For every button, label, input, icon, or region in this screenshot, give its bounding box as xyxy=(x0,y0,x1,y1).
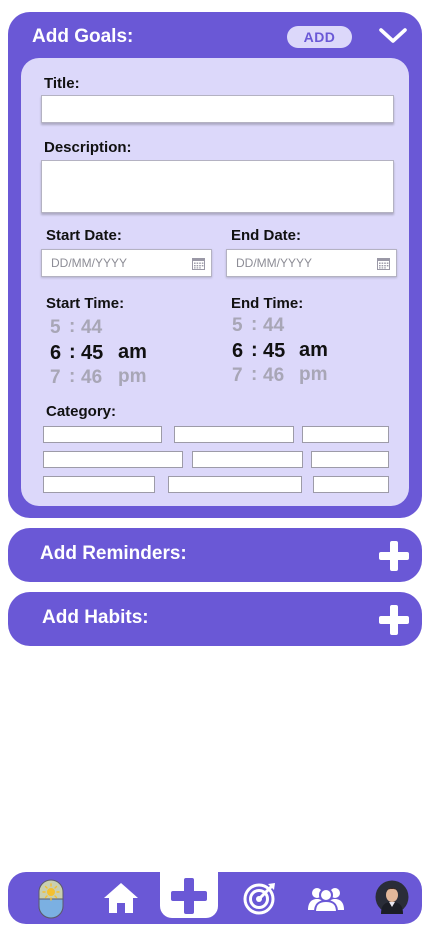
home-icon[interactable] xyxy=(103,882,139,914)
add-reminders-panel[interactable]: Add Reminders: xyxy=(8,528,422,582)
add-habits-panel[interactable]: Add Habits: xyxy=(8,592,422,646)
description-input[interactable] xyxy=(41,160,394,213)
start-period-selected[interactable]: am xyxy=(118,341,147,364)
end-date-label: End Date: xyxy=(231,227,302,244)
start-period-other[interactable]: pm xyxy=(118,366,147,388)
start-time-label: Start Time: xyxy=(46,295,125,312)
category-chip[interactable] xyxy=(313,476,389,493)
category-label: Category: xyxy=(46,403,117,420)
category-chip[interactable] xyxy=(43,476,155,493)
start-minute-next[interactable]: 46 xyxy=(81,367,102,389)
profile-avatar[interactable] xyxy=(375,880,409,914)
end-date-placeholder: DD/MM/YYYY xyxy=(236,256,313,270)
goals-form-card: Title: Description: Start Date: End Date… xyxy=(21,58,409,506)
category-chip[interactable] xyxy=(302,426,389,443)
nav-active-tab[interactable] xyxy=(160,866,218,918)
end-hour-next[interactable]: 7 xyxy=(232,365,243,387)
end-hour-prev[interactable]: 5 xyxy=(232,315,243,337)
start-hour-prev[interactable]: 5 xyxy=(50,317,61,339)
start-hour-current[interactable]: 6 xyxy=(50,342,61,365)
calendar-icon[interactable] xyxy=(377,257,390,270)
bottom-nav xyxy=(8,866,422,924)
category-chip[interactable] xyxy=(168,476,302,493)
start-date-label: Start Date: xyxy=(46,227,122,244)
time-separator: : xyxy=(251,364,258,385)
start-hour-next[interactable]: 7 xyxy=(50,367,61,389)
app-screen: Add Goals: ADD Title: Description: Start… xyxy=(0,0,430,932)
title-input[interactable] xyxy=(41,95,394,123)
start-minute-prev[interactable]: 44 xyxy=(81,317,102,339)
start-date-input[interactable]: DD/MM/YYYY xyxy=(41,249,212,277)
add-habits-title: Add Habits: xyxy=(42,607,149,628)
time-separator: : xyxy=(69,316,76,337)
end-time-label: End Time: xyxy=(231,295,304,312)
pill-icon[interactable] xyxy=(38,879,64,919)
add-goals-title: Add Goals: xyxy=(32,26,134,47)
users-icon[interactable] xyxy=(308,884,344,912)
plus-icon[interactable] xyxy=(379,541,409,571)
add-goals-panel: Add Goals: ADD Title: Description: Start… xyxy=(8,12,422,518)
time-separator: : xyxy=(69,366,76,387)
end-minute-current[interactable]: 45 xyxy=(263,340,285,363)
title-label: Title: xyxy=(44,75,80,92)
time-separator: : xyxy=(251,314,258,335)
end-minute-next[interactable]: 46 xyxy=(263,365,284,387)
target-icon[interactable] xyxy=(243,881,277,915)
category-chip[interactable] xyxy=(43,426,162,443)
calendar-icon[interactable] xyxy=(192,257,205,270)
category-chip[interactable] xyxy=(174,426,294,443)
category-chip[interactable] xyxy=(311,451,389,468)
end-date-input[interactable]: DD/MM/YYYY xyxy=(226,249,397,277)
end-period-selected[interactable]: am xyxy=(299,339,328,362)
time-separator: : xyxy=(251,339,258,361)
plus-icon[interactable] xyxy=(379,605,409,635)
description-label: Description: xyxy=(44,139,132,156)
end-period-other[interactable]: pm xyxy=(299,364,328,386)
end-minute-prev[interactable]: 44 xyxy=(263,315,284,337)
chevron-down-icon[interactable] xyxy=(378,26,408,46)
add-reminders-title: Add Reminders: xyxy=(40,543,187,564)
category-chip[interactable] xyxy=(43,451,183,468)
end-hour-current[interactable]: 6 xyxy=(232,340,243,363)
category-chip[interactable] xyxy=(192,451,303,468)
time-separator: : xyxy=(69,341,76,363)
add-goal-button[interactable]: ADD xyxy=(287,26,352,48)
start-minute-current[interactable]: 45 xyxy=(81,342,103,365)
plus-icon[interactable] xyxy=(171,878,207,914)
start-date-placeholder: DD/MM/YYYY xyxy=(51,256,128,270)
